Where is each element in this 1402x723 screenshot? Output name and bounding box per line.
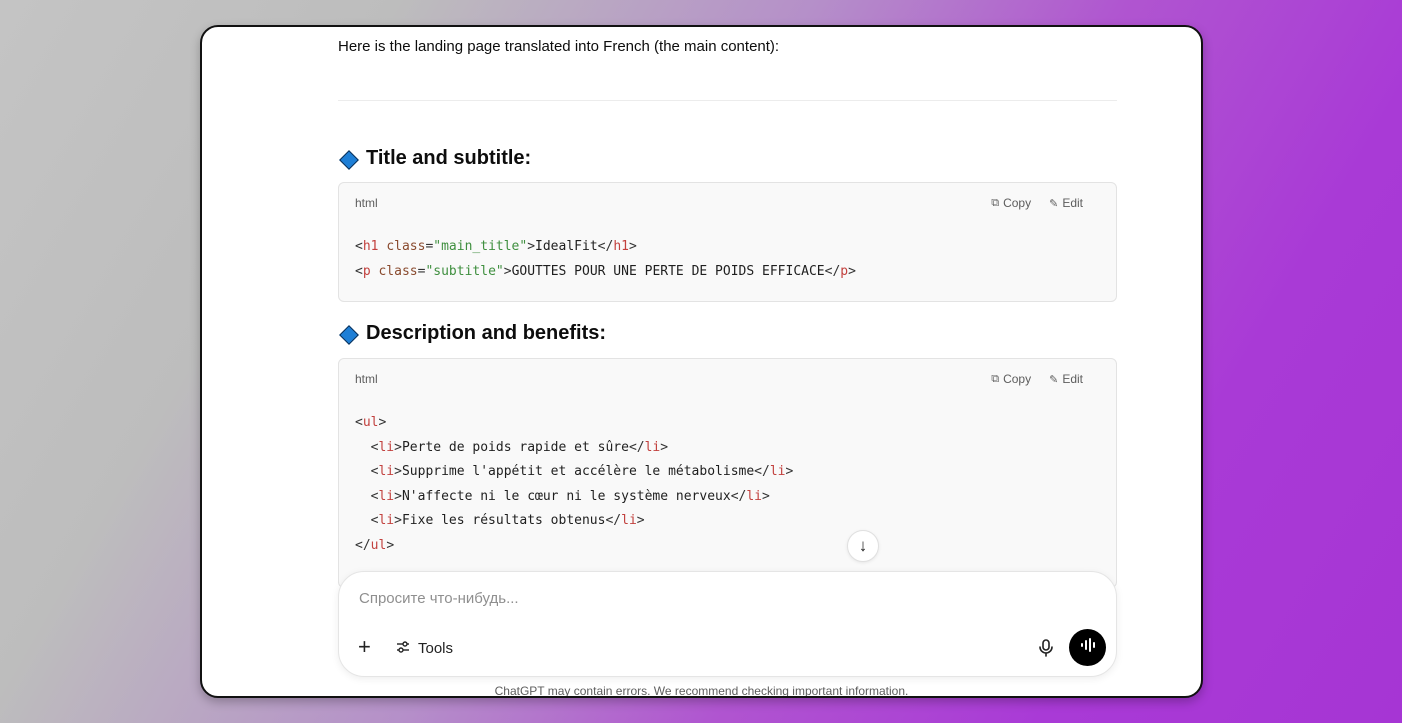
code-language-label: html [355,372,378,386]
chat-window: Here is the landing page translated into… [200,25,1203,698]
arrow-down-icon: ↓ [858,536,868,555]
microphone-icon[interactable] [1036,638,1056,658]
code-actions: ⧉ Copy ✎ Edit [991,372,1083,386]
code-block-description: html ⧉ Copy ✎ Edit <ul> <li>Perte de poi… [338,358,1117,588]
voice-mode-button[interactable] [1069,629,1106,666]
section-heading-title: Title and subtitle: [338,147,531,170]
divider [338,100,1117,101]
code-line: <li>N'affecte ni le cœur ni le système n… [370,488,770,504]
section-heading-label: Description and benefits: [366,322,607,344]
code-actions: ⧉ Copy ✎ Edit [991,196,1083,210]
code-block-title: html ⧉ Copy ✎ Edit <h1 class="main_title… [338,182,1117,302]
prompt-input[interactable] [359,590,959,607]
section-heading-description: Description and benefits: [338,322,606,345]
code-content: <ul> <li>Perte de poids rapide et sûre</… [355,411,793,558]
copy-icon: ⧉ [991,196,1000,209]
blue-diamond-icon [338,324,358,344]
code-line: <li>Perte de poids rapide et sûre</li> [370,439,669,455]
pencil-icon: ✎ [1049,197,1059,210]
code-line: <h1 class="main_title">IdealFit</h1> [355,239,637,254]
edit-label: Edit [1062,372,1083,386]
pencil-icon: ✎ [1049,373,1059,386]
tools-label: Tools [418,640,454,657]
message-composer: + Tools [338,571,1117,677]
copy-label: Copy [1003,196,1032,210]
scroll-to-bottom-button[interactable]: ↓ [847,530,879,562]
edit-label: Edit [1062,196,1083,210]
code-language-label: html [355,196,378,210]
voice-mode-icon [1079,636,1097,659]
edit-code-button[interactable]: ✎ Edit [1049,372,1083,386]
disclaimer-text: ChatGPT may contain errors. We recommend… [494,684,909,698]
copy-code-button[interactable]: ⧉ Copy [991,196,1031,210]
copy-code-button[interactable]: ⧉ Copy [991,372,1031,386]
code-line: <ul> [355,415,387,430]
section-heading-label: Title and subtitle: [366,147,532,169]
code-line: <p class="subtitle">GOUTTES POUR UNE PER… [355,263,856,279]
code-block-header: html ⧉ Copy ✎ Edit [355,372,1100,386]
assistant-intro-text: Here is the landing page translated into… [338,38,780,55]
sliders-icon [395,639,411,658]
code-content: <h1 class="main_title">IdealFit</h1> <p … [355,235,856,284]
copy-label: Copy [1003,372,1032,386]
code-line: <li>Fixe les résultats obtenus</li> [370,513,645,528]
blue-diamond-icon [338,149,358,169]
copy-icon: ⧉ [991,372,1000,385]
code-line: </ul> [355,537,395,553]
plus-icon[interactable]: + [358,636,371,658]
code-line: <li>Supprime l'appétit et accélère le mé… [370,464,794,479]
tools-button[interactable]: Tools [395,639,453,658]
code-block-header: html ⧉ Copy ✎ Edit [355,196,1100,210]
edit-code-button[interactable]: ✎ Edit [1049,196,1083,210]
